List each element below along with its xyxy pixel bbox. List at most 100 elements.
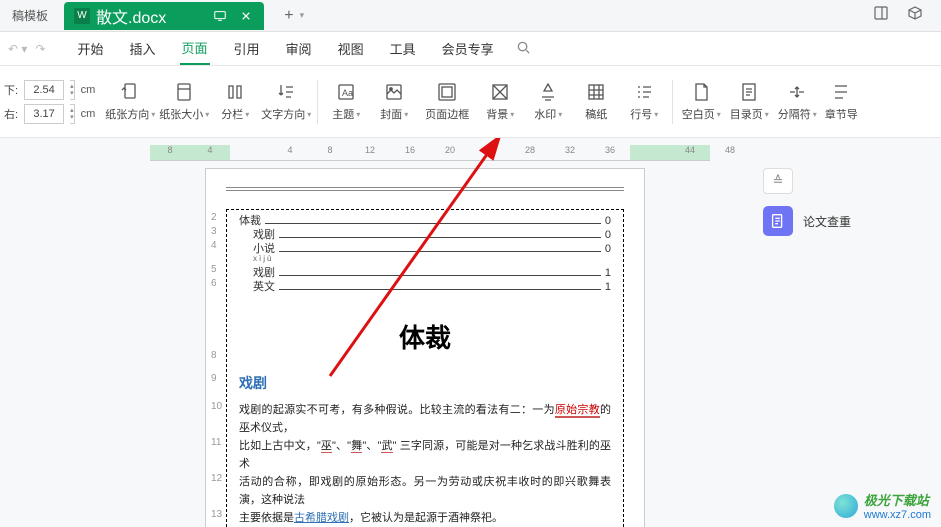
- line-number: 11: [211, 437, 221, 448]
- ruler-tick: [230, 145, 270, 161]
- toc-row[interactable]: 体裁0: [239, 212, 611, 226]
- ruler-tick: 36: [590, 145, 630, 161]
- hyperlink[interactable]: 古希腊戏剧: [294, 512, 349, 524]
- line-number: 5: [211, 264, 217, 275]
- margin-unit: cm: [81, 84, 96, 96]
- line-number: 8: [211, 350, 217, 361]
- background-button[interactable]: 背景▾: [476, 72, 524, 132]
- line-number: 6: [211, 278, 217, 289]
- body-paragraph[interactable]: 戏剧的起源实不可考，有多种假说。比较主流的看法有二：一为原始宗教的巫术仪式，: [239, 401, 611, 437]
- page-margins-group: 下: 2.54 ▴▾ cm 右: 3.17 ▴▾ cm: [4, 80, 103, 124]
- section-nav-button[interactable]: 章节导: [821, 72, 861, 132]
- margin-unit-2: cm: [81, 108, 96, 120]
- tab-bar: 稿模板 W 散文.docx + ▾: [0, 0, 941, 32]
- heading-2[interactable]: 戏剧: [239, 373, 611, 393]
- ruler-tick: 48: [710, 145, 750, 161]
- menu-member[interactable]: 会员专享: [440, 32, 496, 65]
- margin-bottom-spinner[interactable]: ▴▾: [70, 80, 75, 100]
- separator-button[interactable]: 分隔符▾: [773, 72, 821, 132]
- collapse-panel-icon[interactable]: ≙: [763, 168, 793, 194]
- margin-bottom-label: 下:: [4, 82, 18, 98]
- redo-icon[interactable]: ↷: [35, 42, 45, 56]
- tab-template[interactable]: 稿模板: [0, 0, 60, 31]
- ruler-tick: 8: [310, 145, 350, 161]
- toc-page-button[interactable]: 目录页▾: [725, 72, 773, 132]
- panel-toggle-icon[interactable]: [873, 5, 889, 26]
- body-paragraph[interactable]: 活动的合称，即戏剧的原始形态。另一为劳动或庆祝丰收时的即兴歌舞表演，这种说法: [239, 473, 611, 509]
- text-direction-button[interactable]: 文字方向▾: [259, 72, 313, 132]
- line-number-button[interactable]: 行号▾: [620, 72, 668, 132]
- menu-bar: ↶ ▾ ↷ 开始 插入 页面 引用 审阅 视图 工具 会员专享: [0, 32, 941, 66]
- search-icon[interactable]: [516, 40, 531, 58]
- menu-insert[interactable]: 插入: [128, 32, 158, 65]
- toc-row[interactable]: 戏剧0: [239, 226, 611, 240]
- new-tab-dropdown-icon[interactable]: ▾: [300, 10, 305, 21]
- toc-pinyin: xìjù: [239, 254, 611, 264]
- page-dashed-border: 2 体裁0 3 戏剧0 4 小说0 xìjù 5 戏剧1 6 英文1 8: [226, 209, 624, 527]
- menu-tools[interactable]: 工具: [388, 32, 418, 65]
- line-number: 13: [211, 509, 222, 520]
- ruler-tick: 4: [190, 145, 230, 161]
- ruler-tick: 16: [390, 145, 430, 161]
- menu-page[interactable]: 页面: [180, 32, 210, 65]
- ruler-tick: 4: [270, 145, 310, 161]
- menu-reference[interactable]: 引用: [232, 32, 262, 65]
- watermark-url: www.xz7.com: [864, 509, 931, 521]
- ruler-tick: 32: [550, 145, 590, 161]
- document-filename: 散文.docx: [96, 4, 166, 28]
- document-check-icon: [763, 206, 793, 236]
- menu-start[interactable]: 开始: [75, 32, 105, 65]
- site-watermark: 极光下载站 www.xz7.com: [834, 490, 931, 521]
- toc-row[interactable]: 戏剧1: [239, 264, 611, 278]
- line-number: 2: [211, 212, 217, 223]
- blank-page-button[interactable]: 空白页▾: [677, 72, 725, 132]
- ruler-tick: 28: [510, 145, 550, 161]
- menu-review[interactable]: 审阅: [284, 32, 314, 65]
- plagiarism-check-button[interactable]: 论文查重: [763, 206, 923, 236]
- ruler-tick: [630, 145, 670, 161]
- ruler-tick: 20: [430, 145, 470, 161]
- page-border-button[interactable]: 页面边框: [418, 72, 476, 132]
- package-icon[interactable]: [907, 5, 923, 26]
- watermark-button[interactable]: 水印▾: [524, 72, 572, 132]
- line-number: 9: [211, 373, 217, 384]
- theme-button[interactable]: Aa 主题▾: [322, 72, 370, 132]
- heading-1[interactable]: 体裁: [239, 318, 611, 355]
- undo-icon[interactable]: ↶ ▾: [8, 42, 27, 56]
- horizontal-ruler[interactable]: 8 4 4 8 12 16 20 24 28 32 36 44 48: [150, 144, 750, 162]
- margin-bottom-input[interactable]: 2.54: [24, 80, 64, 100]
- columns-button[interactable]: 分栏▾: [211, 72, 259, 132]
- ruler-tick: 8: [150, 145, 190, 161]
- word-doc-icon: W: [74, 8, 90, 24]
- line-number: 10: [211, 401, 222, 412]
- line-number: 12: [211, 473, 222, 484]
- toc-row[interactable]: 小说0: [239, 240, 611, 254]
- manuscript-button[interactable]: 稿纸: [572, 72, 620, 132]
- body-paragraph[interactable]: 主要依据是古希腊戏剧，它被认为是起源于酒神祭祀。: [239, 509, 611, 527]
- menu-items: 开始 插入 页面 引用 审阅 视图 工具 会员专享: [75, 32, 495, 65]
- new-tab-button[interactable]: +: [284, 7, 293, 25]
- line-number: 4: [211, 240, 217, 251]
- menu-view[interactable]: 视图: [336, 32, 366, 65]
- cover-button[interactable]: 封面▾: [370, 72, 418, 132]
- watermark-brand: 极光下载站: [864, 490, 931, 509]
- orientation-button[interactable]: 纸张方向▾: [103, 72, 157, 132]
- margin-right-label: 右:: [4, 106, 18, 122]
- margin-right-spinner[interactable]: ▴▾: [70, 104, 75, 124]
- watermark-logo-icon: [834, 494, 858, 518]
- body-paragraph[interactable]: 比如上古中文，"巫"、"舞"、"武" 三字同源，可能是对一种乞求战斗胜利的巫术: [239, 437, 611, 473]
- toc-row[interactable]: 英文1: [239, 278, 611, 292]
- document-page[interactable]: 2 体裁0 3 戏剧0 4 小说0 xìjù 5 戏剧1 6 英文1 8: [205, 168, 645, 527]
- line-number: 3: [211, 226, 217, 237]
- ruler-tick: 12: [350, 145, 390, 161]
- tab-close-icon[interactable]: [238, 8, 254, 24]
- tab-document-active[interactable]: W 散文.docx: [64, 2, 264, 30]
- margin-right-input[interactable]: 3.17: [24, 104, 64, 124]
- page-size-button[interactable]: 纸张大小▾: [157, 72, 211, 132]
- ruler-tick: 24: [470, 145, 510, 161]
- svg-text:Aa: Aa: [342, 88, 353, 98]
- plagiarism-check-label: 论文查重: [803, 213, 851, 230]
- presentation-mode-icon[interactable]: [212, 8, 228, 24]
- ruler-tick: 44: [670, 145, 710, 161]
- side-panel: ≙ 论文查重: [763, 168, 923, 236]
